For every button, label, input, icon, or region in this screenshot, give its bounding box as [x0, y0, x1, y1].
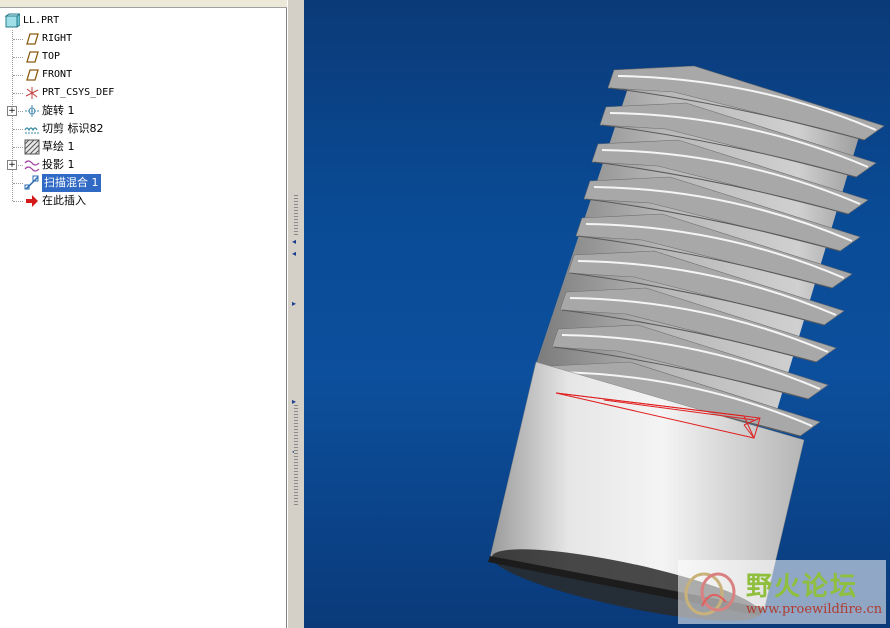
- tree-item[interactable]: 切剪 标识82: [0, 120, 287, 138]
- tree-item-label: 切剪 标识82: [42, 122, 104, 135]
- splitter-grip-bottom[interactable]: [294, 405, 298, 505]
- datum-plane-icon: [26, 51, 39, 63]
- watermark-url: www.proewildfire.cn: [746, 602, 883, 617]
- tree-connector-branch: [13, 183, 23, 184]
- graphics-viewport[interactable]: [304, 0, 890, 628]
- tree-item[interactable]: + 旋转 1: [0, 102, 287, 120]
- datum-plane-icon: [26, 69, 39, 81]
- expand-plus-icon[interactable]: +: [7, 160, 17, 170]
- tree-item-label: 扫描混合 1: [42, 174, 101, 192]
- tree-root-label: LL.PRT: [23, 15, 60, 26]
- part-icon: [4, 13, 20, 28]
- datum-plane-icon: [26, 33, 39, 45]
- projection-icon: [24, 160, 40, 172]
- tree-item-label: 草绘 1: [42, 140, 75, 153]
- forum-logo-icon: [684, 572, 736, 616]
- tree-connector-branch: [13, 75, 23, 76]
- swept-blend-icon: [24, 175, 39, 190]
- splitter-grip-top[interactable]: [294, 195, 298, 235]
- watermark-title: 野火论坛: [746, 572, 859, 602]
- tree-item[interactable]: TOP: [0, 48, 287, 66]
- tree-item-label: 在此插入: [42, 194, 86, 207]
- sketch-icon: [24, 139, 40, 155]
- tree-connector-branch: [13, 147, 23, 148]
- expand-right-arrow-icon[interactable]: ▸: [292, 300, 300, 308]
- forum-watermark: 野火论坛 www.proewildfire.cn: [678, 560, 886, 624]
- panel-splitter[interactable]: ◂ ◂ ▸ ▸ ◂: [287, 0, 304, 628]
- tree-connector-branch: [13, 93, 23, 94]
- tree-item[interactable]: 草绘 1: [0, 138, 287, 156]
- tree-item[interactable]: FRONT: [0, 66, 287, 84]
- expand-plus-icon[interactable]: +: [7, 106, 17, 116]
- tree-item-label: PRT_CSYS_DEF: [42, 87, 115, 98]
- tree-item[interactable]: RIGHT: [0, 30, 287, 48]
- tree-connector-branch: [13, 39, 23, 40]
- 3d-model-view: [488, 65, 885, 621]
- tree-connector-branch: [13, 57, 23, 58]
- tree-item-label: 投影 1: [42, 158, 75, 171]
- coordinate-system-icon: [25, 87, 39, 99]
- collapse-left-arrow-icon-2[interactable]: ◂: [292, 250, 300, 258]
- model-tree-panel[interactable]: LL.PRT RIGHT TOP FRONT PRT_CSYS_DEF + 旋转 1 切剪 …: [0, 0, 287, 628]
- tree-item-label: TOP: [42, 51, 61, 62]
- tree-item-label: 旋转 1: [42, 104, 75, 117]
- collapse-left-arrow-icon[interactable]: ◂: [292, 238, 300, 246]
- tree-connector-branch: [13, 129, 23, 130]
- tree-item[interactable]: 扫描混合 1: [0, 174, 287, 192]
- tree-connector-branch: [13, 201, 23, 202]
- model-tree-header-strip: [0, 0, 287, 8]
- tree-item[interactable]: PRT_CSYS_DEF: [0, 84, 287, 102]
- insert-here-arrow-icon: [26, 195, 38, 207]
- revolve-icon: [25, 105, 39, 117]
- tree-item-label: RIGHT: [42, 33, 73, 44]
- cut-icon: [24, 127, 39, 134]
- tree-item[interactable]: + 投影 1: [0, 156, 287, 174]
- tree-item-label: FRONT: [42, 69, 73, 80]
- tree-item[interactable]: 在此插入: [0, 192, 287, 210]
